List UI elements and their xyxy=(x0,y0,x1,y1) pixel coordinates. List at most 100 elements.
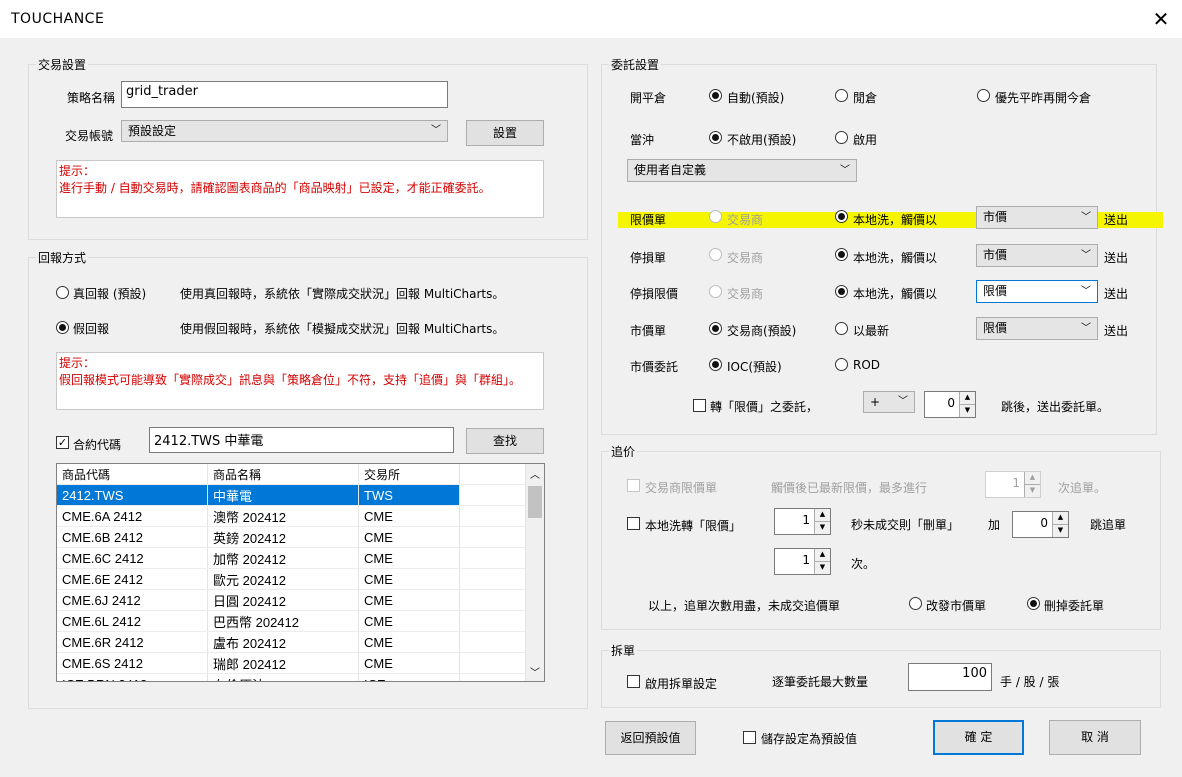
close-icon[interactable]: ✕ xyxy=(1140,0,1182,38)
times-stepper[interactable]: 1 ▲ ▼ xyxy=(774,548,831,575)
account-select[interactable]: 預設設定 ﹀ xyxy=(121,120,448,142)
contract-checkbox[interactable]: ✓ xyxy=(56,436,69,449)
ioc-radio[interactable] xyxy=(709,358,722,371)
cell-name: 日圓 202412 xyxy=(207,589,359,611)
broker-limit-suffix: 次追單。 xyxy=(1058,481,1107,495)
scroll-up-icon[interactable]: ︿ xyxy=(530,466,540,481)
market-broker-radio[interactable] xyxy=(709,322,722,335)
limit-local-label: 本地洗，觸價以 xyxy=(853,213,938,227)
stop-send-label: 送出 xyxy=(1104,251,1129,265)
header-name[interactable]: 商品名稱 xyxy=(207,464,359,485)
add-label: 加 xyxy=(988,518,1001,532)
limit-local-radio[interactable] xyxy=(835,210,848,223)
restore-defaults-button[interactable]: 返回預設值 xyxy=(605,721,696,755)
header-exchange[interactable]: 交易所 xyxy=(358,464,460,485)
search-button[interactable]: 查找 xyxy=(466,428,544,454)
limit-price-value: 市價 xyxy=(983,210,1008,224)
local-convert-checkbox[interactable] xyxy=(627,517,640,530)
market-price-select[interactable]: 限價 ﹀ xyxy=(976,317,1098,340)
custom-select[interactable]: 使用者自定義 ﹀ xyxy=(627,159,857,182)
cell-blank xyxy=(459,589,526,611)
seconds-value: 1 xyxy=(802,513,810,527)
seconds-stepper[interactable]: 1 ▲ ▼ xyxy=(774,508,831,535)
market-send-label: 送出 xyxy=(1104,324,1129,338)
stepper-up-icon[interactable]: ▲ xyxy=(814,549,830,562)
cell-name: 英鎊 202412 xyxy=(207,526,359,548)
chevron-down-icon: ﹀ xyxy=(840,165,850,176)
header-code[interactable]: 商品代碼 xyxy=(57,464,208,485)
vertical-scrollbar[interactable]: ︿ ﹀ xyxy=(526,464,544,681)
market-latest-radio[interactable] xyxy=(835,322,848,335)
strategy-name-input[interactable]: grid_trader xyxy=(121,81,448,108)
stepper-up-icon[interactable]: ▲ xyxy=(959,392,975,405)
stepper-down-icon[interactable]: ▼ xyxy=(814,521,830,534)
account-label: 交易帳號 xyxy=(65,129,114,143)
split-enable-checkbox[interactable] xyxy=(627,675,640,688)
delete-order-radio[interactable] xyxy=(1027,597,1040,610)
cell-code: CME.6J 2412 xyxy=(57,589,208,611)
split-max-input[interactable]: 100 xyxy=(908,663,992,691)
cell-blank xyxy=(459,568,526,590)
setup-button[interactable]: 設置 xyxy=(466,120,544,146)
table-row[interactable]: CME.6C 2412 加幣 202412 CME xyxy=(57,547,526,569)
chevron-down-icon: ﹀ xyxy=(1081,250,1091,261)
stoplimit-send-label: 送出 xyxy=(1104,287,1129,301)
oc-priority-radio[interactable] xyxy=(977,89,990,102)
custom-select-value: 使用者自定義 xyxy=(634,163,707,177)
table-row[interactable]: CME.6B 2412 英鎊 202412 CME xyxy=(57,526,526,548)
stepper-down-icon[interactable]: ▼ xyxy=(959,404,975,417)
stop-local-radio[interactable] xyxy=(835,248,848,261)
convert-checkbox[interactable] xyxy=(693,399,706,412)
scroll-down-icon[interactable]: ﹀ xyxy=(530,664,540,679)
contract-input[interactable]: 2412.TWS 中華電 xyxy=(149,427,454,453)
to-market-label: 改發市價單 xyxy=(926,599,987,613)
stepper-down-icon: ▼ xyxy=(1024,484,1040,497)
rod-radio[interactable] xyxy=(835,358,848,371)
split-enable-label: 啟用拆單設定 xyxy=(645,677,718,691)
ok-button[interactable]: 確 定 xyxy=(933,720,1024,755)
broker-limit-label: 交易商限價單 xyxy=(645,481,718,495)
cell-exchange: CME xyxy=(358,547,460,569)
add-ticks-stepper[interactable]: 0 ▲ ▼ xyxy=(1012,511,1069,538)
stepper-down-icon[interactable]: ▼ xyxy=(814,561,830,574)
stoplimit-price-select[interactable]: 限價 ﹀ xyxy=(976,280,1098,303)
table-row[interactable]: CME.6J 2412 日圓 202412 CME xyxy=(57,589,526,611)
stepper-up-icon[interactable]: ▲ xyxy=(1052,512,1068,525)
ticks-value: 0 xyxy=(947,396,955,410)
limit-price-select[interactable]: 市價 ﹀ xyxy=(976,206,1098,229)
cell-name: 澳幣 202412 xyxy=(207,505,359,527)
stoplimit-local-radio[interactable] xyxy=(835,285,848,298)
real-report-radio[interactable] xyxy=(56,286,69,299)
table-row[interactable]: ICE.BRN 2412布倫原油 202412ICE xyxy=(57,673,526,681)
cancel-button[interactable]: 取 消 xyxy=(1049,720,1141,755)
stoplimit-broker-label: 交易商 xyxy=(727,287,764,301)
stop-broker-radio xyxy=(709,248,722,261)
cell-blank xyxy=(459,631,526,653)
stepper-down-icon[interactable]: ▼ xyxy=(1052,524,1068,537)
table-row[interactable]: 2412.TWS 中華電 TWS xyxy=(57,484,526,506)
ticks-stepper[interactable]: 0 ▲ ▼ xyxy=(924,391,976,418)
symbol-list[interactable]: 商品代碼 商品名稱 交易所 2412.TWS 中華電 TWS CME.6A 2412… xyxy=(56,463,545,682)
sign-select[interactable]: + ﹀ xyxy=(863,391,915,413)
table-row[interactable]: CME.6R 2412 盧布 202412 CME xyxy=(57,631,526,653)
table-row[interactable]: CME.6E 2412 歐元 202412 CME xyxy=(57,568,526,590)
dt-off-radio[interactable] xyxy=(709,131,722,144)
stoplimit-broker-radio xyxy=(709,285,722,298)
report-notice-box: 提示： 假回報模式可能導致「實際成交」訊息與「策略倉位」不符，支持「追價」與「群… xyxy=(56,352,544,410)
cell-name: 布倫原油 202412 xyxy=(207,673,359,681)
save-default-checkbox[interactable] xyxy=(743,731,756,744)
cell-exchange: ICE xyxy=(358,673,460,681)
cell-code: CME.6C 2412 xyxy=(57,547,208,569)
table-row[interactable]: CME.6A 2412 澳幣 202412 CME xyxy=(57,505,526,527)
stop-price-select[interactable]: 市價 ﹀ xyxy=(976,244,1098,267)
stepper-up-icon[interactable]: ▲ xyxy=(814,509,830,522)
cell-blank xyxy=(459,610,526,632)
oc-auto-radio[interactable] xyxy=(709,89,722,102)
dt-on-radio[interactable] xyxy=(835,131,848,144)
to-market-radio[interactable] xyxy=(909,597,922,610)
scroll-thumb[interactable] xyxy=(528,486,542,518)
fake-report-radio[interactable] xyxy=(56,321,69,334)
table-row[interactable]: CME.6S 2412 瑞郎 202412 CME xyxy=(57,652,526,674)
table-row[interactable]: CME.6L 2412 巴西幣 202412 CME xyxy=(57,610,526,632)
oc-close-radio[interactable] xyxy=(835,89,848,102)
